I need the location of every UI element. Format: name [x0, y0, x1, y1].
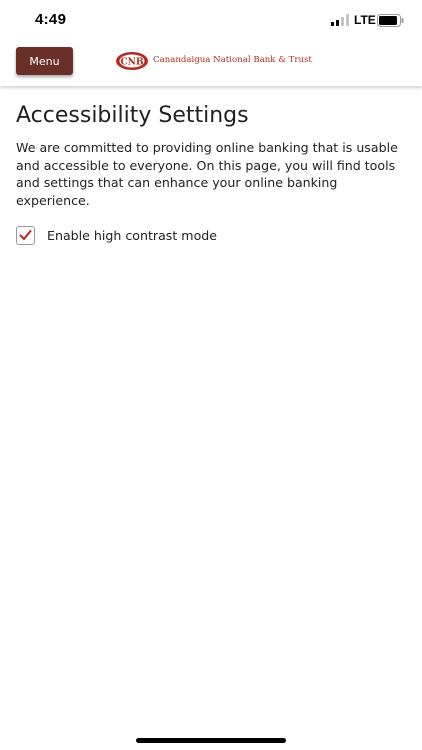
screen: 4:49 LTE Menu CNB Canandaigua National B…: [0, 0, 422, 750]
page-title: Accessibility Settings: [16, 103, 249, 128]
cnb-monogram-icon: CNB: [116, 52, 148, 70]
high-contrast-option[interactable]: Enable high contrast mode: [16, 225, 217, 245]
network-type: LTE: [354, 13, 376, 27]
status-bar: 4:49 LTE: [0, 0, 422, 40]
intro-text: We are committed to providing online ban…: [16, 140, 398, 208]
high-contrast-checkbox[interactable]: [16, 225, 35, 245]
high-contrast-label[interactable]: Enable high contrast mode: [47, 228, 217, 243]
bank-name: Canandaigua National Bank & Trust: [153, 55, 312, 65]
menu-button[interactable]: Menu: [16, 47, 73, 75]
battery-icon: [377, 14, 404, 27]
status-time: 4:49: [35, 11, 67, 28]
home-indicator[interactable]: [136, 738, 286, 743]
svg-text:CNB: CNB: [121, 58, 144, 68]
bank-logo[interactable]: CNB Canandaigua National Bank & Trust: [115, 50, 315, 72]
check-mark-icon: [19, 229, 32, 240]
app-header: Menu CNB Canandaigua National Bank & Tru…: [0, 40, 422, 86]
cellular-signal-icon: [331, 14, 349, 26]
